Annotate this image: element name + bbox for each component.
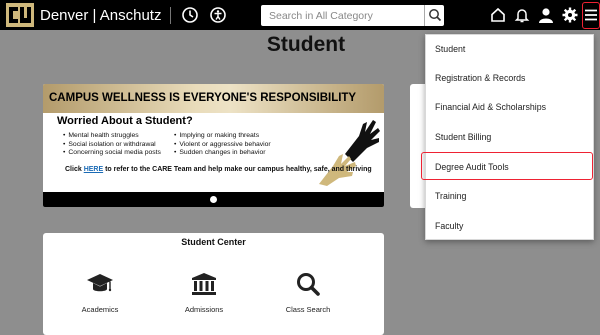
banner-bullets-left: Mental health struggles Social isolation… bbox=[63, 132, 161, 158]
tile-label: Academics bbox=[81, 305, 119, 314]
class-search-tile[interactable]: Class Search bbox=[273, 271, 343, 321]
divider bbox=[170, 7, 171, 24]
gear-settings-icon[interactable] bbox=[561, 6, 579, 24]
menu-item-financial-aid[interactable]: Financial Aid & Scholarships bbox=[426, 93, 595, 121]
bullet-item: Sudden changes in behavior bbox=[174, 149, 271, 158]
wellness-banner-carousel[interactable]: CAMPUS WELLNESS IS EVERYONE'S RESPONSIBI… bbox=[43, 84, 384, 207]
banner-heading: CAMPUS WELLNESS IS EVERYONE'S RESPONSIBI… bbox=[43, 84, 384, 113]
carousel-prev-arrow-icon[interactable]: ‹ bbox=[56, 144, 61, 158]
cu-logo[interactable] bbox=[6, 3, 34, 27]
carousel-next-arrow-icon[interactable]: › bbox=[365, 144, 370, 158]
bullet-item: Mental health struggles bbox=[63, 132, 161, 141]
notifications-bell-icon[interactable] bbox=[513, 6, 531, 24]
graduation-cap-icon bbox=[87, 274, 113, 292]
brand-title[interactable]: Denver | Anschutz bbox=[40, 7, 161, 24]
student-center-card: Student Center Academics Admissions Clas… bbox=[43, 233, 384, 335]
bullet-item: Implying or making threats bbox=[174, 132, 271, 141]
search-input[interactable] bbox=[261, 5, 424, 26]
navigation-dropdown-menu: Student Registration & Records Financial… bbox=[425, 34, 594, 240]
hamburger-icon bbox=[585, 9, 597, 21]
hamburger-menu-button[interactable] bbox=[582, 2, 600, 29]
menu-item-registration-records[interactable]: Registration & Records bbox=[426, 64, 595, 92]
search-button[interactable] bbox=[424, 5, 444, 26]
menu-item-training[interactable]: Training bbox=[426, 182, 595, 210]
care-team-link[interactable]: HERE bbox=[84, 166, 103, 173]
clock-icon[interactable] bbox=[181, 6, 199, 24]
search-icon bbox=[297, 273, 320, 296]
admissions-tile[interactable]: Admissions bbox=[169, 271, 239, 321]
menu-item-student[interactable]: Student bbox=[426, 35, 595, 63]
search-icon bbox=[429, 9, 442, 22]
highlight-box bbox=[421, 152, 593, 180]
menu-item-faculty[interactable]: Faculty bbox=[426, 212, 595, 240]
institution-icon bbox=[192, 273, 216, 295]
cta-prefix: Click bbox=[65, 166, 84, 173]
accessibility-icon[interactable] bbox=[209, 6, 227, 24]
bullet-item: Concerning social media posts bbox=[63, 149, 161, 158]
top-navigation-bar: Denver | Anschutz bbox=[0, 0, 600, 30]
bullet-item: Violent or aggressive behavior bbox=[174, 141, 270, 150]
carousel-indicator-bar bbox=[43, 192, 384, 207]
banner-subheading: Worried About a Student? bbox=[57, 115, 193, 127]
home-icon[interactable] bbox=[489, 6, 507, 24]
reaching-hands-illustration bbox=[319, 120, 380, 186]
carousel-dot[interactable] bbox=[210, 196, 217, 203]
banner-bullets-right: Implying or making threats Violent or ag… bbox=[174, 132, 271, 158]
tile-label: Class Search bbox=[285, 305, 331, 314]
menu-item-student-billing[interactable]: Student Billing bbox=[426, 123, 595, 151]
user-profile-icon[interactable] bbox=[537, 6, 555, 24]
bullet-item: Social isolation or withdrawal bbox=[63, 141, 161, 150]
tile-label: Admissions bbox=[184, 305, 224, 314]
cta-suffix: to refer to the CARE Team and help make … bbox=[103, 166, 372, 173]
care-team-referral-text: Click HERE to refer to the CARE Team and… bbox=[65, 166, 372, 173]
academics-tile[interactable]: Academics bbox=[65, 271, 135, 321]
student-center-title: Student Center bbox=[181, 237, 246, 247]
